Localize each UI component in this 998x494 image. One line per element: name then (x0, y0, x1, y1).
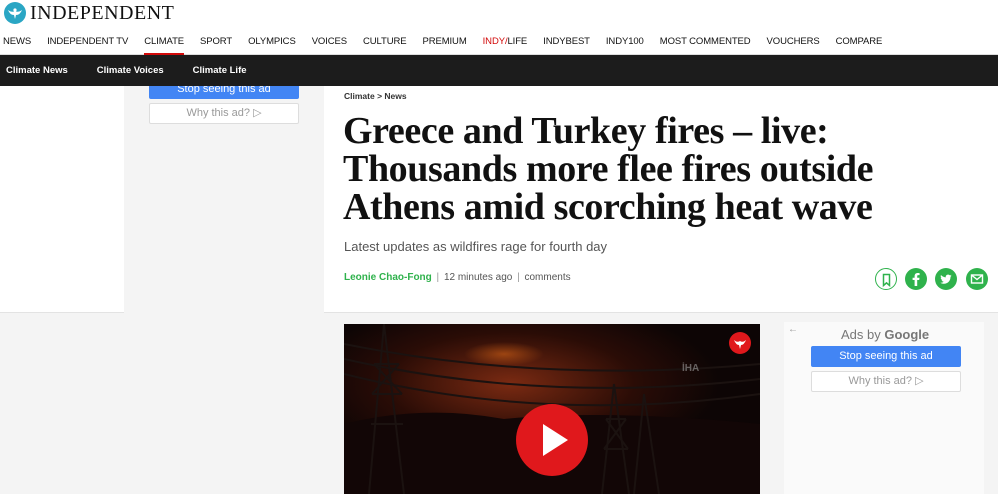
stop-seeing-ad-button[interactable]: Stop seeing this ad (149, 86, 299, 99)
bookmark-icon[interactable] (875, 268, 897, 290)
video-watermark: İHA (682, 363, 700, 374)
article-standfirst: Latest updates as wildfires rage for fou… (344, 239, 608, 254)
subnav-item-climate-news[interactable]: Climate News (6, 65, 68, 76)
byline-separator: | (514, 272, 523, 283)
byline: Leonie Chao-Fong | 12 minutes ago | comm… (344, 272, 571, 283)
nav-item-voices[interactable]: VOICES (312, 30, 347, 55)
facebook-icon[interactable] (905, 268, 927, 290)
author-link[interactable]: Leonie Chao-Fong (344, 272, 432, 283)
byline-separator: | (433, 272, 442, 283)
nav-item-olympics[interactable]: OLYMPICS (248, 30, 296, 55)
publish-time: 12 minutes ago (443, 272, 513, 283)
logo-bar: INDEPENDENT (0, 0, 998, 30)
nav-item-climate[interactable]: CLIMATE (144, 30, 184, 55)
why-this-ad-button[interactable]: Why this ad? ▷ (811, 371, 961, 392)
ad-back-arrow-icon[interactable]: ← (788, 324, 798, 335)
nav-item-sport[interactable]: SPORT (200, 30, 232, 55)
nav-item-indy-life[interactable]: INDY/LIFE (483, 30, 528, 55)
breadcrumb[interactable]: Climate > News (344, 91, 407, 101)
eagle-logo-icon[interactable] (4, 2, 26, 24)
right-ad-slot: ← Ads by Google Stop seeing this ad Why … (784, 322, 984, 494)
nav-item-premium[interactable]: PREMIUM (422, 30, 466, 55)
article-headline: Greece and Turkey fires – live: Thousand… (343, 110, 874, 228)
video-player[interactable]: İHA (344, 324, 760, 494)
nav-item-culture[interactable]: CULTURE (363, 30, 407, 55)
main-nav: NEWS INDEPENDENT TV CLIMATE SPORT OLYMPI… (0, 30, 998, 55)
twitter-icon[interactable] (935, 268, 957, 290)
comments-link[interactable]: comments (524, 272, 570, 283)
nav-item-vouchers[interactable]: VOUCHERS (767, 30, 820, 55)
email-icon[interactable] (966, 268, 988, 290)
channel-logo-icon (729, 332, 751, 354)
nav-item-indy100[interactable]: INDY100 (606, 30, 644, 55)
stop-seeing-ad-button[interactable]: Stop seeing this ad (811, 346, 961, 367)
nav-item-independent-tv[interactable]: INDEPENDENT TV (47, 30, 128, 55)
play-button[interactable] (516, 404, 588, 476)
nav-item-news[interactable]: NEWS (3, 30, 31, 55)
ads-by-text: Ads by (841, 327, 881, 342)
nav-indy-prefix: INDY (482, 36, 505, 47)
left-ad-slot: Stop seeing this ad Why this ad? ▷ (124, 86, 324, 456)
brand-wordmark[interactable]: INDEPENDENT (30, 2, 174, 24)
nav-item-compare[interactable]: COMPARE (836, 30, 883, 55)
ads-by-google-label: Ads by Google (841, 327, 929, 342)
nav-item-most-commented[interactable]: MOST COMMENTED (660, 30, 751, 55)
google-wordmark: Google (884, 327, 930, 342)
nav-item-indybest[interactable]: INDYBEST (543, 30, 590, 55)
nav-life-suffix: LIFE (507, 36, 528, 47)
play-icon (543, 424, 568, 456)
why-this-ad-button[interactable]: Why this ad? ▷ (149, 103, 299, 124)
climate-sub-nav: Climate News Climate Voices Climate Life (0, 55, 998, 86)
subnav-item-climate-voices[interactable]: Climate Voices (97, 65, 164, 76)
subnav-item-climate-life[interactable]: Climate Life (193, 65, 247, 76)
